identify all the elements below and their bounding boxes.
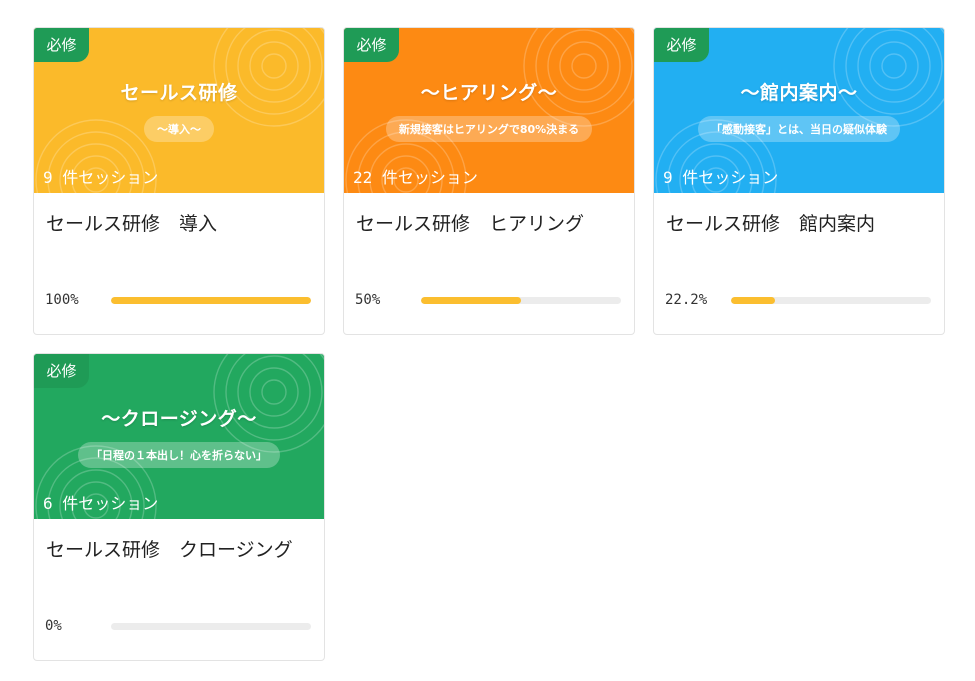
progress-percent: 50%	[355, 292, 381, 308]
course-banner: 必修 セールス研修 〜導入〜 9 件セッション	[34, 28, 324, 193]
banner-title: 〜クロージング〜	[101, 408, 257, 430]
course-title[interactable]: セールス研修 ヒアリング	[356, 209, 584, 236]
progress-track	[111, 297, 311, 304]
course-title[interactable]: セールス研修 クロージング	[46, 535, 293, 562]
course-card[interactable]: 必修 セールス研修 〜導入〜 9 件セッション セールス研修 導入 100%	[33, 27, 325, 335]
progress-fill	[421, 297, 521, 304]
progress-fill	[111, 297, 311, 304]
banner-subtitle: 「感動接客」とは、当日の疑似体験	[698, 116, 900, 142]
course-card[interactable]: 必修 〜館内案内〜 「感動接客」とは、当日の疑似体験 9 件セッション セールス…	[653, 27, 945, 335]
required-badge: 必修	[34, 354, 89, 388]
banner-subtitle: 「日程の１本出し！心を折らない」	[78, 442, 280, 468]
progress-fill	[731, 297, 776, 304]
session-count: 22 件セッション	[353, 168, 478, 187]
banner-title: 〜ヒアリング〜	[420, 82, 558, 104]
required-badge: 必修	[344, 28, 399, 62]
course-banner: 必修 〜ヒアリング〜 新規接客はヒアリングで80%決まる 22 件セッション	[344, 28, 634, 193]
course-card[interactable]: 必修 〜ヒアリング〜 新規接客はヒアリングで80%決まる 22 件セッション セ…	[343, 27, 635, 335]
course-title[interactable]: セールス研修 導入	[46, 209, 217, 236]
progress-track	[731, 297, 931, 304]
banner-subtitle: 〜導入〜	[144, 116, 214, 142]
progress-percent: 22.2%	[665, 292, 708, 308]
required-badge: 必修	[654, 28, 709, 62]
progress-track	[421, 297, 621, 304]
progress-percent: 0%	[45, 618, 62, 634]
progress-row: 100%	[45, 290, 311, 310]
banner-title: 〜館内案内〜	[740, 82, 858, 104]
banner-subtitle: 新規接客はヒアリングで80%決まる	[385, 116, 593, 142]
session-count: 6 件セッション	[43, 494, 159, 513]
course-banner: 必修 〜館内案内〜 「感動接客」とは、当日の疑似体験 9 件セッション	[654, 28, 944, 193]
course-banner: 必修 〜クロージング〜 「日程の１本出し！心を折らない」 6 件セッション	[34, 354, 324, 519]
session-count: 9 件セッション	[663, 168, 779, 187]
progress-row: 50%	[355, 290, 621, 310]
progress-row: 22.2%	[665, 290, 931, 310]
session-count: 9 件セッション	[43, 168, 159, 187]
progress-row: 0%	[45, 616, 311, 636]
progress-percent: 100%	[45, 292, 79, 308]
progress-track	[111, 623, 311, 630]
required-badge: 必修	[34, 28, 89, 62]
banner-title: セールス研修	[120, 82, 238, 104]
course-card[interactable]: 必修 〜クロージング〜 「日程の１本出し！心を折らない」 6 件セッション セー…	[33, 353, 325, 661]
course-title[interactable]: セールス研修 館内案内	[666, 209, 875, 236]
